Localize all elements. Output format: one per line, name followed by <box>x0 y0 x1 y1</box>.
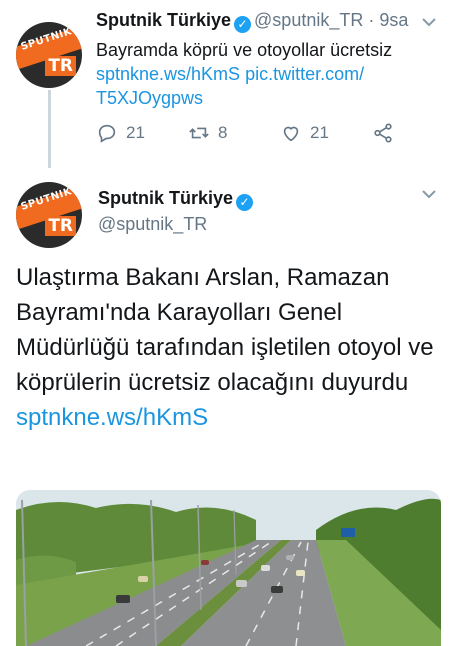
tweet-thread-item[interactable]: SPUTNIK TR Sputnik Türkiye ✓ @sputnik_TR ·… <box>0 0 450 168</box>
avatar[interactable]: SPUTNIK TR <box>16 22 82 88</box>
tweet-link[interactable]: sptnkne.ws/hKmS <box>96 64 240 84</box>
thread-connector <box>48 90 51 168</box>
tweet-text: Bayramda köprü ve otoyollar ücretsiz spt… <box>96 40 393 108</box>
author-name: Sputnik Türkiye <box>98 188 234 208</box>
tweet-text: Ulaştırma Bakanı Arslan, Ramazan Bayramı… <box>16 264 434 431</box>
retweet-button[interactable]: 8 <box>188 122 227 144</box>
verified-icon: ✓ <box>234 16 252 33</box>
like-icon <box>283 126 299 142</box>
tweet-header: Sputnik Türkiye ✓ @sputnik_TR · 9sa <box>96 10 408 33</box>
reply-icon <box>98 124 116 143</box>
chevron-down-icon[interactable] <box>422 186 436 204</box>
tweet-link[interactable]: sptnkne.ws/hKmS <box>16 404 208 431</box>
tweet-actions: 21 8 21 <box>96 122 416 146</box>
share-button[interactable] <box>372 122 394 144</box>
reply-count: 21 <box>126 123 145 142</box>
author-name[interactable]: Sputnik Türkiye <box>96 10 231 30</box>
chevron-down-icon[interactable] <box>422 14 436 32</box>
like-button[interactable]: 21 <box>280 122 329 144</box>
author-handle[interactable]: @sputnik_TR <box>254 10 363 30</box>
retweet-icon <box>189 127 209 139</box>
tweet-photo[interactable] <box>16 490 441 646</box>
tweet-time: · 9sa <box>368 10 409 30</box>
retweet-count: 8 <box>218 123 228 142</box>
like-count: 21 <box>310 123 329 142</box>
share-icon <box>374 123 392 143</box>
verified-icon: ✓ <box>236 194 254 211</box>
avatar[interactable]: SPUTNIK TR <box>16 182 82 248</box>
author-handle[interactable]: @sputnik_TR <box>98 214 207 235</box>
reply-button[interactable]: 21 <box>96 122 145 144</box>
author-name-row[interactable]: Sputnik Türkiye ✓ <box>98 188 256 211</box>
motorway-image <box>16 490 441 646</box>
